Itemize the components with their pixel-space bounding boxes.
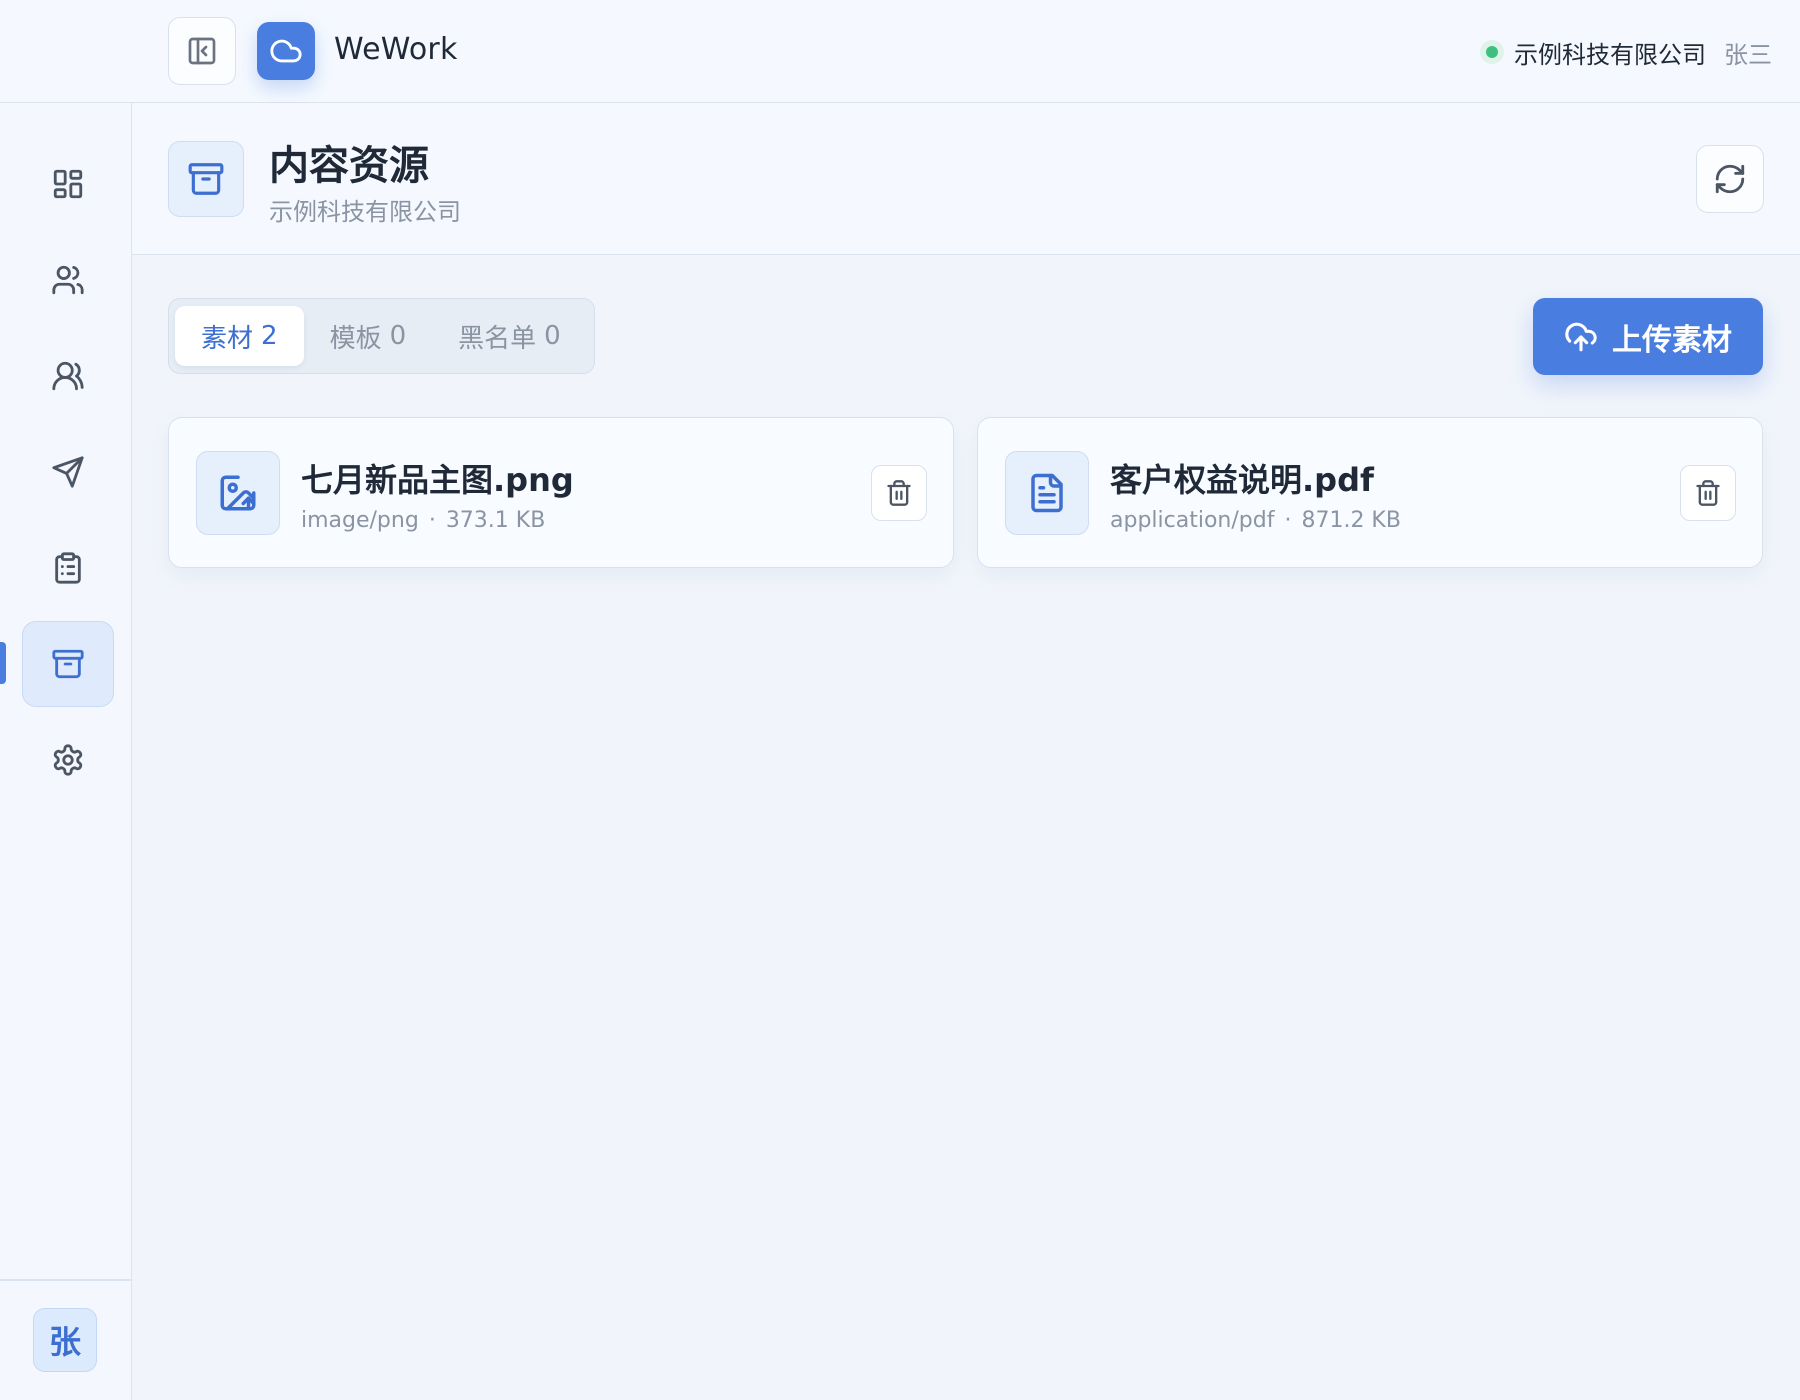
meta-separator: · [428,508,436,533]
tab-count: 2 [261,321,278,351]
archive-icon [188,163,224,195]
sidebar-item-broadcast[interactable] [22,429,114,515]
organization-name: 示例科技有限公司 [1514,40,1706,69]
sidebar-item-dashboard[interactable] [22,141,114,227]
upload-material-button[interactable]: 上传素材 [1533,298,1763,375]
upload-button-label: 上传素材 [1612,322,1732,358]
app-title: WeWork [334,32,458,67]
file-type: application/pdf [1110,508,1275,533]
page-icon [168,141,244,217]
file-type: image/png [301,508,419,533]
avatar[interactable]: 张 [33,1308,97,1372]
active-nav-indicator [0,642,6,684]
tab-label: 素材 [201,323,254,354]
sidebar-item-settings[interactable] [22,717,114,803]
document-icon [1031,473,1063,513]
users-icon [52,265,84,295]
user-name[interactable]: 张三 [1724,35,1772,70]
tab-blacklist[interactable]: 黑名单 0 [432,306,587,366]
trash-icon [1696,480,1720,506]
tab-label: 模板 [329,323,382,354]
tab-materials[interactable]: 素材 2 [175,306,304,366]
file-name: 七月新品主图.png [301,461,574,499]
page-header: 内容资源 示例科技有限公司 [132,103,1800,255]
tab-label: 黑名单 [458,323,537,354]
resource-tabs: 素材 2 模板 0 黑名单 0 [168,298,595,374]
sidebar-item-groups[interactable] [22,333,114,419]
sidebar-item-tasks[interactable] [22,525,114,611]
refresh-icon [1715,164,1745,194]
file-thumbnail [1005,451,1089,535]
delete-file-button[interactable] [871,465,927,521]
archive-icon [52,649,84,679]
app-logo [257,22,315,80]
page-title: 内容资源 [269,143,429,189]
gear-icon [53,744,83,776]
account-status: 示例科技有限公司 张三 [1480,35,1772,69]
cloud-icon [270,39,302,63]
page-subtitle: 示例科技有限公司 [269,198,461,226]
sidebar-item-content[interactable] [22,621,114,707]
refresh-button[interactable] [1696,145,1764,213]
meta-separator: · [1284,508,1292,533]
trash-icon [887,480,911,506]
sidebar-divider [0,1279,131,1281]
file-meta: application/pdf · 871.2 KB [1110,508,1401,533]
file-size: 373.1 KB [445,508,546,533]
delete-file-button[interactable] [1680,465,1736,521]
people-icon [52,361,84,391]
tab-count: 0 [389,321,407,351]
grid-icon [53,169,83,199]
sidebar: 张 [0,103,132,1400]
sidebar-toggle-button[interactable] [168,17,236,85]
file-card[interactable]: 客户权益说明.pdf application/pdf · 871.2 KB [977,417,1763,568]
send-icon [52,456,84,488]
tab-templates[interactable]: 模板 0 [304,306,433,366]
file-meta: image/png · 373.1 KB [301,508,545,533]
file-card[interactable]: 七月新品主图.png image/png · 373.1 KB [168,417,954,568]
image-upload-icon [220,475,256,511]
sidebar-item-customers[interactable] [22,237,114,323]
cloud-upload-icon [1565,322,1597,351]
tab-count: 0 [544,321,561,351]
clipboard-icon [55,552,81,584]
file-thumbnail [196,451,280,535]
online-status-indicator [1480,40,1504,64]
panel-collapse-icon [188,37,216,65]
file-size: 871.2 KB [1301,508,1401,533]
file-name: 客户权益说明.pdf [1110,461,1374,499]
top-bar: WeWork 示例科技有限公司 张三 [0,0,1800,103]
